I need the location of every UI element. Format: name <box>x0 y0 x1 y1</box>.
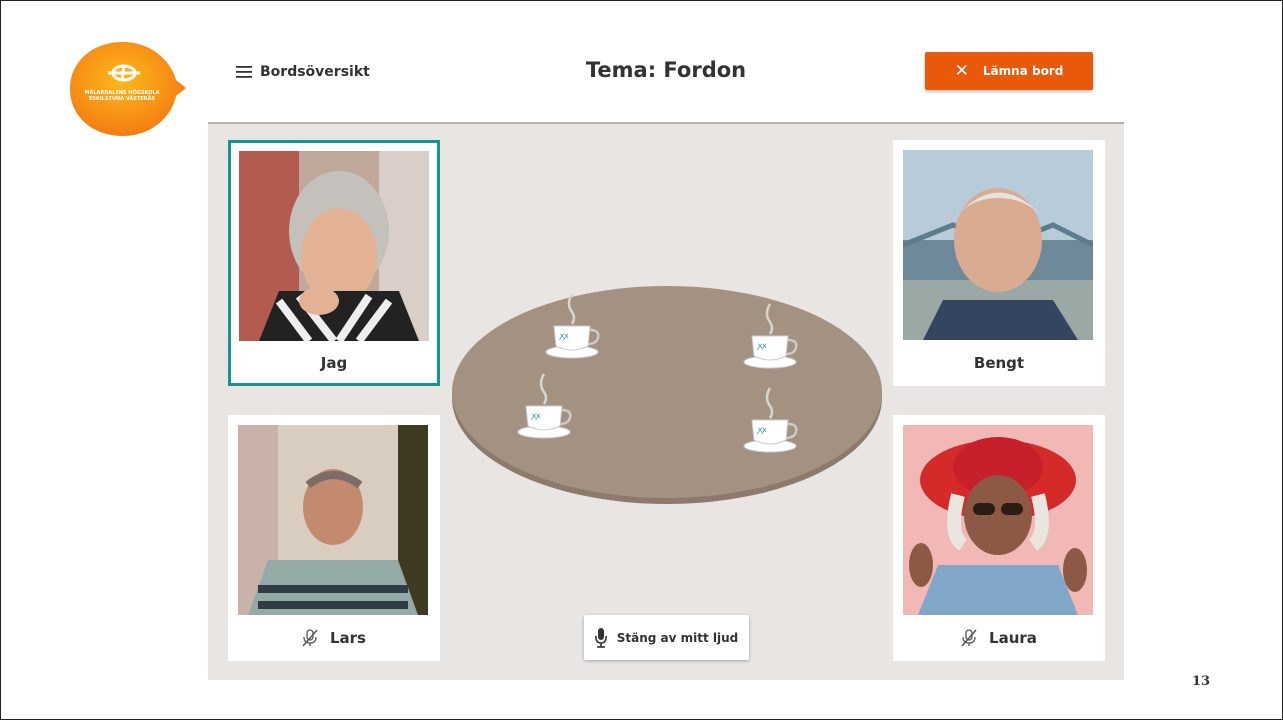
participant-card-laura[interactable]: Laura <box>893 415 1105 661</box>
svg-text:ꭗꭗ: ꭗꭗ <box>530 411 541 420</box>
participant-card-bengt[interactable]: Bengt <box>893 140 1105 386</box>
mute-my-audio-button[interactable]: Stäng av mitt ljud <box>584 615 749 660</box>
coffee-table: ꭗꭗ ꭗꭗ ꭗꭗ ꭗꭗ <box>452 286 882 504</box>
microphone-muted-icon <box>961 629 977 647</box>
participant-photo-laura <box>903 425 1093 615</box>
participant-name-text: Lars <box>329 629 366 647</box>
participant-name-laura: Laura <box>893 629 1105 647</box>
slide-number: 13 <box>1192 674 1211 689</box>
logo-line-2: ESKILSTUNA VÄSTERÅS <box>89 96 155 102</box>
microphone-muted-icon <box>302 629 318 647</box>
participant-card-jag[interactable]: Jag <box>228 140 440 386</box>
participant-photo-bengt <box>903 150 1093 340</box>
university-logo: MÄLARDALENS HÖGSKOLA ESKILSTUNA VÄSTERÅS <box>68 40 186 138</box>
svg-text:ꭗꭗ: ꭗꭗ <box>756 425 767 434</box>
svg-text:ꭗꭗ: ꭗꭗ <box>756 341 767 350</box>
participant-card-lars[interactable]: Lars <box>228 415 440 661</box>
participant-name-bengt: Bengt <box>893 354 1105 372</box>
participant-name-text: Laura <box>989 629 1037 647</box>
svg-text:ꭗꭗ: ꭗꭗ <box>558 331 569 340</box>
participant-photo-jag <box>239 151 429 341</box>
leave-table-button[interactable]: ✕ Lämna bord <box>925 52 1093 90</box>
participant-photo-lars <box>238 425 428 615</box>
app-header: Bordsöversikt Tema: Fordon ✕ Lämna bord <box>208 40 1124 124</box>
leave-table-label: Lämna bord <box>982 64 1064 78</box>
table-room: Jag Bengt Lars Laura ꭗꭗ ꭗꭗ ꭗꭗ ꭗꭗ Stäng a… <box>208 124 1124 680</box>
participant-name-text: Bengt <box>973 354 1025 372</box>
participant-name-lars: Lars <box>228 629 440 647</box>
mute-my-audio-label: Stäng av mitt ljud <box>616 630 739 645</box>
close-icon: ✕ <box>954 61 969 81</box>
microphone-icon <box>594 627 607 648</box>
participant-name-jag: Jag <box>231 354 437 372</box>
participant-name-text: Jag <box>320 354 348 372</box>
